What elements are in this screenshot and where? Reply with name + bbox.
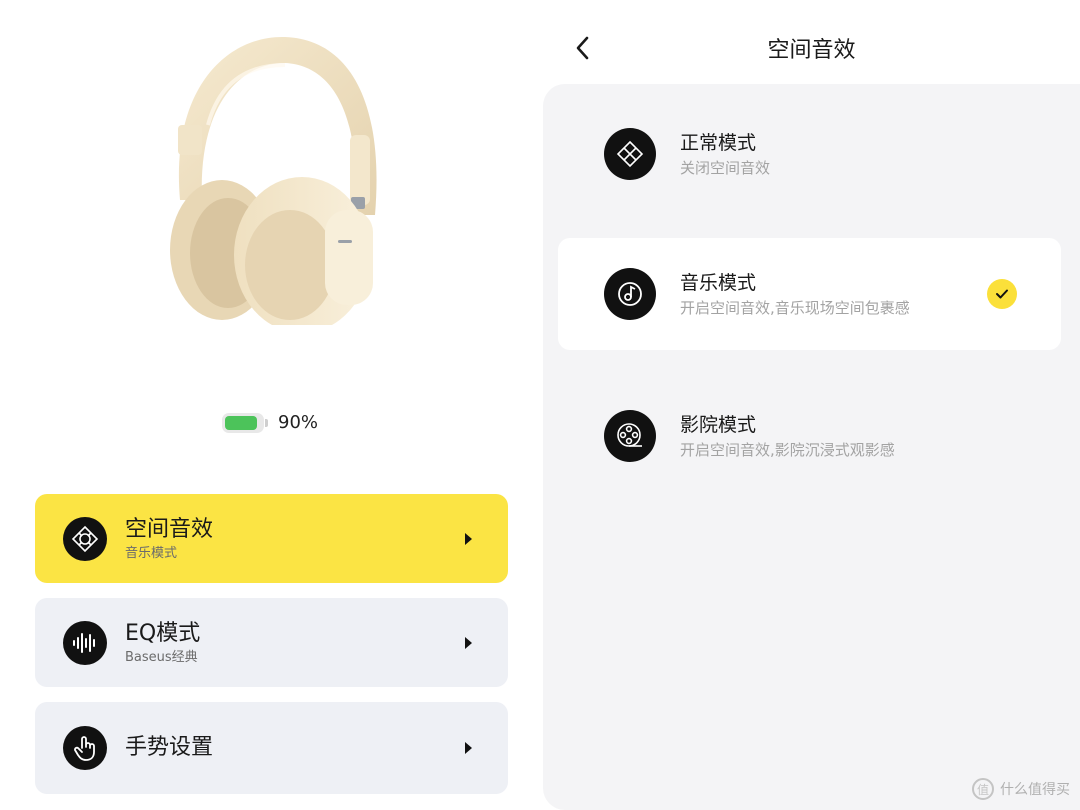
music-mode-icon	[604, 268, 656, 320]
watermark-logo-icon: 值	[972, 778, 994, 800]
hand-gesture-icon	[63, 726, 107, 770]
normal-mode-icon	[604, 128, 656, 180]
battery-indicator: 90%	[222, 412, 318, 433]
mode-option-cinema[interactable]: 影院模式 开启空间音效,影院沉浸式观影感	[558, 380, 1061, 492]
menu-eq-mode[interactable]: EQ模式 Baseus经典	[35, 598, 508, 687]
headphones-image	[170, 36, 377, 325]
mode-title: 音乐模式	[680, 272, 757, 294]
watermark-text: 什么值得买	[1000, 782, 1070, 798]
watermark: 值 什么值得买	[972, 778, 1070, 800]
mode-list: 正常模式 关闭空间音效 音乐模式 开启空间音效,音乐现场空间包裹感 影院模式 开…	[543, 84, 1080, 810]
battery-cap	[265, 418, 268, 427]
mode-title: 影院模式	[680, 414, 757, 436]
arrow-right-icon	[465, 742, 472, 754]
spatial-audio-screen: 空间音效 正常模式 关闭空间音效 音乐模式 开启空间音效,音乐现场空间包裹感 影…	[543, 0, 1080, 810]
menu-title: 空间音效	[125, 516, 214, 542]
menu-title: EQ模式	[125, 620, 201, 646]
menu-subtitle: 音乐模式	[125, 545, 178, 561]
battery-level-fill	[225, 415, 258, 430]
arrow-right-icon	[465, 636, 472, 649]
page-title: 空间音效	[767, 38, 856, 63]
menu-gesture-settings[interactable]: 手势设置	[35, 702, 508, 794]
mode-subtitle: 开启空间音效,音乐现场空间包裹感	[680, 299, 910, 317]
battery-icon	[222, 412, 264, 433]
menu-title: 手势设置	[125, 735, 214, 760]
equalizer-wave-icon	[63, 620, 107, 665]
navigation-bar: 空间音效	[543, 0, 1080, 84]
arrow-right-icon	[465, 532, 472, 545]
mode-title: 正常模式	[680, 132, 757, 154]
spatial-audio-icon	[63, 516, 107, 561]
menu-spatial-audio[interactable]: 空间音效 音乐模式	[35, 494, 508, 583]
device-panel: 90% 空间音效 音乐模式 EQ模式 Baseus经典 手势设置	[0, 0, 545, 810]
menu-subtitle: Baseus经典	[125, 649, 198, 665]
mode-option-normal[interactable]: 正常模式 关闭空间音效	[558, 98, 1061, 210]
mode-option-music[interactable]: 音乐模式 开启空间音效,音乐现场空间包裹感	[558, 238, 1061, 350]
film-reel-icon	[604, 410, 656, 462]
battery-percentage: 90%	[278, 412, 319, 433]
checkmark-icon	[987, 279, 1017, 309]
mode-subtitle: 开启空间音效,影院沉浸式观影感	[680, 441, 895, 459]
mode-subtitle: 关闭空间音效	[680, 159, 771, 177]
